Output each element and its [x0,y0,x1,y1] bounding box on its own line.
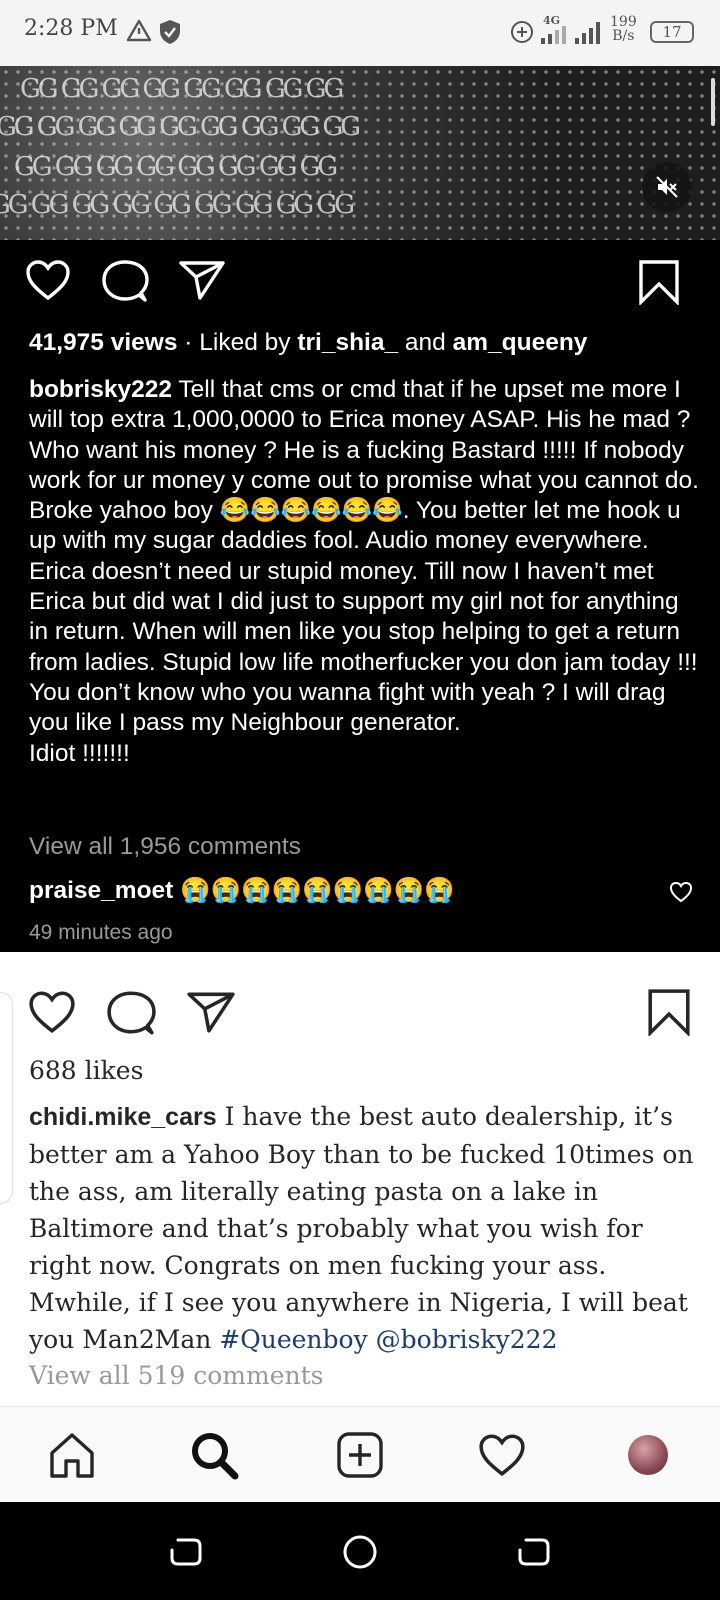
share-icon[interactable] [178,259,226,301]
card-edge [0,992,13,1204]
home-circle-icon[interactable] [342,1534,378,1570]
post-stats: 41,975 views · Liked by tri_shia_ and am… [29,328,587,358]
mute-button[interactable] [642,162,692,212]
activity-icon[interactable] [478,1433,526,1477]
comment-row: praise_moet 😭😭😭😭😭😭😭😭😭 [29,876,649,906]
mention-link[interactable]: @bobrisky222 [376,1325,558,1354]
caption-username[interactable]: chidi.mike_cars [29,1103,217,1131]
liked-user-link[interactable]: am_queeny [453,329,588,356]
heart-icon[interactable] [28,990,76,1034]
add-post-icon[interactable] [336,1431,384,1479]
views-count: 41,975 views [29,329,178,356]
signal-icon [541,26,566,44]
data-saver-icon [511,21,533,43]
speed-unit: B/s [612,28,635,44]
back-icon[interactable] [168,1534,204,1570]
comment-heart-icon[interactable] [669,881,693,903]
profile-avatar[interactable] [628,1435,668,1475]
comment-icon[interactable] [101,259,149,303]
battery-level: 17 [662,23,682,41]
caption-username[interactable]: bobrisky222 [29,376,172,403]
post-screenshot: GG GG GG GG GG GG GG GG GG GG GG GG GG G… [0,66,720,952]
status-time: 2:28 PM [24,16,118,41]
post-timestamp: 49 minutes ago [29,921,173,944]
share-icon[interactable] [186,990,236,1034]
network-speed: 199 B/s [610,15,637,43]
battery-icon: 17 [650,21,694,43]
comment-icon[interactable] [106,990,156,1036]
heart-icon[interactable] [25,259,71,301]
home-icon[interactable] [48,1431,96,1479]
signal-icon [575,22,600,44]
comment-text: 😭😭😭😭😭😭😭😭😭 [180,877,455,904]
post-caption: chidi.mike_cars I have the best auto dea… [29,1098,701,1358]
caption-text: I have the best auto dealership, it’s be… [29,1102,694,1354]
caption-text: Idiot !!!!!!! [29,739,130,767]
view-all-comments-link[interactable]: View all 519 comments [29,1361,324,1390]
mute-icon [656,176,678,198]
search-icon[interactable] [190,1431,240,1481]
post-card: 688 likes chidi.mike_cars I have the bes… [0,966,720,1406]
bookmark-icon[interactable] [638,259,680,305]
bookmark-icon[interactable] [647,988,691,1036]
hashtag-link[interactable]: #Queenboy [219,1325,367,1354]
post-caption: bobrisky222 Tell that cms or cmd that if… [29,375,701,769]
liked-and: and [404,329,446,356]
recents-icon[interactable] [516,1534,552,1570]
liked-by-label: · Liked by [184,329,291,356]
status-bar: 2:28 PM 4G 199 B/s 17 [0,0,720,67]
post-video[interactable]: GG GG GG GG GG GG GG GG GG GG GG GG GG G… [0,66,720,240]
liked-user-link[interactable]: tri_shia_ [297,329,398,356]
system-navigation-bar [0,1502,720,1600]
likes-count[interactable]: 688 likes [29,1056,143,1085]
bottom-navigation [0,1406,720,1503]
caption-text: . You better let me hook u up with my su… [29,497,698,737]
caption-emojis: 😂😂😂😂😂😂 [219,497,403,525]
view-all-comments-link[interactable]: View all 1,956 comments [29,832,301,862]
video-scrollbar [711,78,715,126]
warning-icon [126,19,152,42]
shield-icon [160,20,180,44]
comment-username[interactable]: praise_moet [29,877,173,904]
